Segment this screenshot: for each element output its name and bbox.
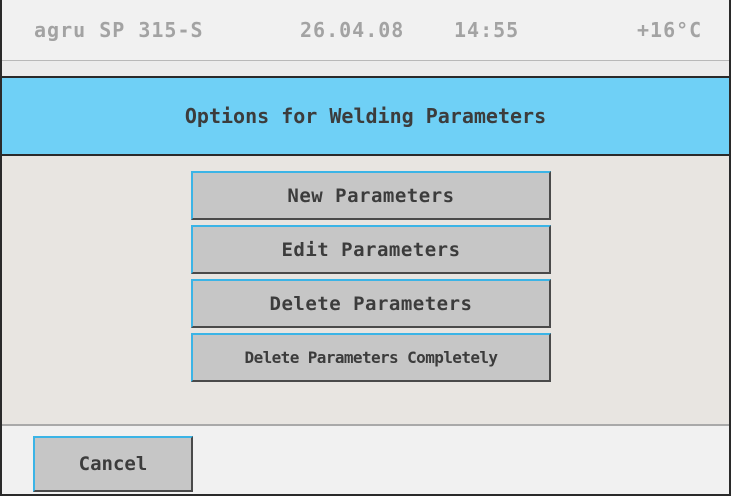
page-title-bar: Options for Welding Parameters xyxy=(2,78,729,156)
status-date: 26.04.08 xyxy=(300,18,405,42)
status-bar: agru SP 315-S 26.04.08 14:55 +16°C xyxy=(2,0,729,61)
delete-parameters-button[interactable]: Delete Parameters xyxy=(191,279,551,328)
new-parameters-label: New Parameters xyxy=(287,184,455,207)
ambient-temperature: +16°C xyxy=(637,18,703,42)
cancel-button[interactable]: Cancel xyxy=(33,436,193,492)
device-model: agru SP 315-S xyxy=(34,18,204,42)
options-menu: New Parameters Edit Parameters Delete Pa… xyxy=(191,171,554,387)
delete-parameters-label: Delete Parameters xyxy=(269,292,473,315)
cancel-label: Cancel xyxy=(78,453,148,475)
status-divider-strip xyxy=(2,61,729,78)
delete-parameters-completely-button[interactable]: Delete Parameters Completely xyxy=(191,333,551,382)
status-time: 14:55 xyxy=(454,18,520,42)
edit-parameters-label: Edit Parameters xyxy=(281,238,461,261)
new-parameters-button[interactable]: New Parameters xyxy=(191,171,551,220)
edit-parameters-button[interactable]: Edit Parameters xyxy=(191,225,551,274)
footer-bar: Cancel xyxy=(2,424,729,494)
delete-parameters-completely-label: Delete Parameters Completely xyxy=(244,348,499,367)
welding-device-screen: agru SP 315-S 26.04.08 14:55 +16°C Optio… xyxy=(0,0,731,496)
page-title: Options for Welding Parameters xyxy=(184,104,547,128)
